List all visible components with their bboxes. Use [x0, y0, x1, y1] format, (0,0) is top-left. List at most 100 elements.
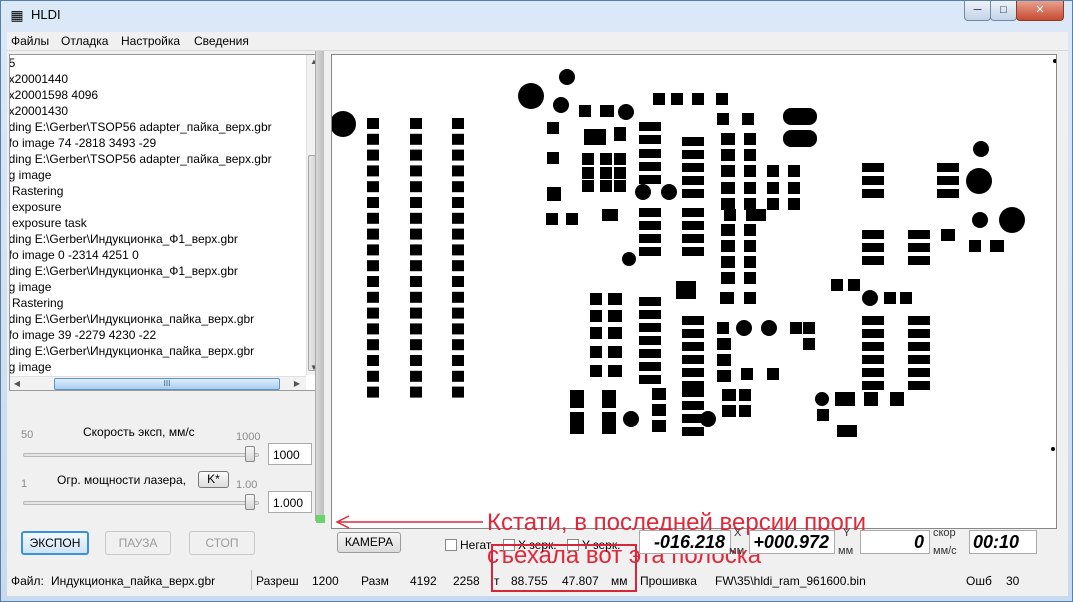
power-slider-track[interactable]: [23, 501, 259, 505]
pcb-pad: [602, 209, 618, 221]
pcb-pad-round: [815, 392, 829, 406]
pcb-pad: [908, 243, 930, 252]
power-value-field[interactable]: 1.000: [268, 491, 312, 513]
negative-checkbox[interactable]: Негат.: [445, 538, 493, 552]
highlight-box: [491, 544, 637, 592]
pcb-pad: [908, 368, 930, 377]
menu-bar: Файлы Отладка Настройка Сведения: [7, 32, 1068, 51]
pcb-pad: [639, 247, 661, 256]
pcb-pad: [721, 256, 735, 268]
scroll-right-icon[interactable]: ▶: [290, 377, 304, 390]
pcb-pad: [367, 355, 379, 366]
pcb-pad: [744, 224, 756, 236]
status-error-value: 30: [1006, 574, 1020, 588]
pcb-pad: [590, 346, 602, 358]
pcb-pad-round: [999, 207, 1025, 233]
power-slider-thumb[interactable]: [245, 494, 255, 510]
pcb-pad: [682, 247, 704, 256]
pcb-pad: [452, 118, 464, 129]
status-size-label: Разм: [361, 574, 389, 588]
pcb-pad: [547, 187, 561, 201]
pcb-pad: [682, 388, 704, 397]
pcb-pad: [671, 93, 683, 105]
status-firmware-value: FW\35\hldi_ram_961600.bin: [715, 574, 866, 588]
pcb-pad-round: [972, 212, 988, 228]
pcb-pad: [410, 323, 422, 335]
pcb-pad: [602, 412, 616, 434]
pcb-pad: [582, 180, 594, 192]
side-strip[interactable]: [315, 51, 325, 523]
log-line: 35: [10, 55, 306, 71]
negative-checkbox-box[interactable]: [445, 539, 457, 551]
pcb-pad: [682, 427, 704, 436]
pcb-pad: [862, 176, 884, 185]
pcb-pad: [452, 165, 464, 177]
pcb-pad: [367, 181, 379, 193]
pcb-pad: [452, 355, 464, 366]
pcb-pad: [890, 392, 904, 406]
pcb-pad: [452, 244, 464, 256]
pcb-pad: [639, 122, 661, 131]
log-horizontal-scrollbar[interactable]: ◀ III ▶: [10, 376, 306, 390]
camera-button[interactable]: КАМЕРА: [337, 532, 401, 553]
pcb-pad: [767, 198, 779, 210]
log-line: ading E:\Gerber\TSOP56 adapter_пайка_вер…: [10, 120, 272, 134]
log-line: ading E:\Gerber\Индукционка_пайка_верх.g…: [10, 312, 255, 326]
pcb-pad: [410, 386, 422, 398]
status-size-width: 4192: [410, 574, 437, 588]
pcb-pad: [754, 209, 766, 221]
speed-slider-thumb[interactable]: [245, 446, 255, 462]
stop-button[interactable]: СТОП: [189, 531, 255, 555]
pcb-pad: [367, 276, 379, 287]
pcb-pad: [614, 127, 626, 141]
expose-button[interactable]: ЭКСПОН: [21, 531, 89, 555]
pcb-pad: [783, 130, 817, 147]
pcb-pad-round: [635, 184, 651, 200]
pcb-pad: [817, 409, 829, 421]
pcb-pad: [862, 256, 884, 265]
pcb-pad: [653, 93, 665, 105]
pcb-pad: [410, 212, 422, 224]
pcb-pad: [410, 339, 422, 351]
pcb-pad: [908, 355, 930, 364]
pcb-pad: [908, 329, 930, 338]
kstar-button[interactable]: K*: [198, 471, 229, 488]
speed-min-label: 50: [21, 429, 34, 441]
status-file-label: Файл:: [11, 574, 44, 588]
pcb-pad: [600, 153, 612, 165]
status-size-height: 2258: [453, 574, 480, 588]
minimize-button[interactable]: ─: [964, 1, 991, 21]
pcb-pad: [639, 221, 661, 230]
exposure-preview-canvas[interactable]: [331, 54, 1057, 529]
pcb-pad: [584, 129, 606, 145]
pcb-pad: [579, 105, 591, 117]
status-firmware-label: Прошивка: [640, 574, 697, 588]
pcb-pad: [722, 389, 736, 401]
close-button[interactable]: ✕: [1016, 1, 1064, 21]
menu-debug[interactable]: Отладка: [61, 34, 108, 48]
scroll-left-icon[interactable]: ◀: [10, 377, 24, 390]
pcb-pad: [367, 118, 379, 129]
pcb-pad: [600, 105, 614, 117]
pause-button[interactable]: ПАУЗА: [105, 531, 171, 555]
status-file-value: Индукционка_пайка_верх.gbr: [51, 574, 216, 588]
status-resolution-label: Разреш: [256, 574, 299, 588]
menu-info[interactable]: Сведения: [194, 34, 249, 48]
pcb-pad: [682, 137, 704, 146]
pcb-pad: [676, 281, 696, 299]
speed-slider-track[interactable]: [23, 453, 259, 457]
maximize-button[interactable]: □: [990, 1, 1017, 21]
speed-max-label: 1000: [236, 431, 261, 443]
pcb-pad: [721, 240, 735, 252]
pcb-pad: [452, 149, 464, 161]
pcb-pad: [862, 243, 884, 252]
pcb-pad: [367, 149, 379, 161]
pcb-pad: [788, 182, 800, 194]
speed-value-field[interactable]: 1000: [268, 443, 312, 465]
menu-settings[interactable]: Настройка: [121, 34, 180, 48]
pcb-pad: [367, 291, 379, 303]
pcb-pad: [410, 118, 422, 129]
menu-files[interactable]: Файлы: [11, 34, 49, 48]
hscroll-thumb[interactable]: III: [54, 378, 280, 390]
pcb-pad: [721, 133, 735, 145]
